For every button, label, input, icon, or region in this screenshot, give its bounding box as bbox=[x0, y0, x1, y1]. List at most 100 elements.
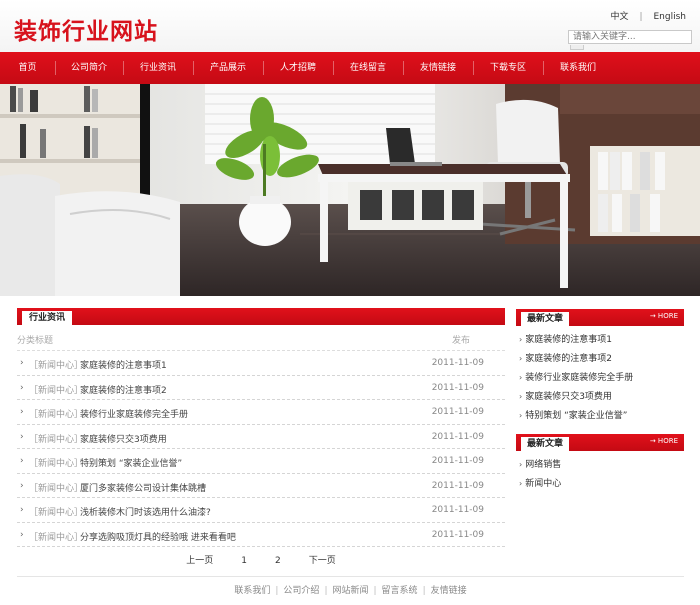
nav-item-message[interactable]: 在线留言 bbox=[333, 52, 403, 84]
more-link[interactable]: → HORE bbox=[650, 312, 678, 320]
news-category[interactable]: ［新闻中心］ bbox=[29, 456, 83, 469]
news-category[interactable]: ［新闻中心］ bbox=[29, 432, 83, 445]
footer-separator: | bbox=[422, 586, 426, 596]
sidebar-article-link[interactable]: › 装修行业家庭装修完全手册 bbox=[516, 368, 684, 387]
site-logo[interactable]: 装饰行业网站 bbox=[14, 12, 158, 46]
office-interior-illustration bbox=[0, 84, 700, 296]
news-title-link[interactable]: 装修行业家庭装修完全手册 bbox=[80, 407, 188, 420]
bullet-icon: › bbox=[519, 335, 523, 344]
sidebar-categories: 最新文章 → HORE › 网络销售 › 新闻中心 bbox=[516, 434, 684, 493]
sidebar-article-link[interactable]: › 家庭装修的注意事项1 bbox=[516, 330, 684, 349]
sidebar-article-title[interactable]: 装修行业家庭装修完全手册 bbox=[525, 373, 633, 383]
sidebar-category-link[interactable]: › 网络销售 bbox=[516, 455, 684, 474]
footer-link-friends[interactable]: 友情链接 bbox=[431, 586, 467, 596]
column-date: 发布 bbox=[451, 336, 470, 346]
sidebar-article-title[interactable]: 特别策划 “家装企业信誉” bbox=[525, 411, 627, 421]
chevron-right-icon: › bbox=[20, 431, 24, 442]
news-title-link[interactable]: 特别策划 “家装企业信誉” bbox=[80, 456, 182, 469]
news-title-link[interactable]: 厦门多家装修公司设计集体跳槽 bbox=[80, 481, 206, 494]
sidebar-header: 最新文章 → HORE bbox=[516, 309, 684, 326]
footer-link-contact[interactable]: 联系我们 bbox=[234, 586, 270, 596]
news-date: 2011-11-09 bbox=[431, 382, 484, 393]
list-header: 分类标题 发布 bbox=[17, 325, 505, 351]
footer-link-guestbook[interactable]: 留言系统 bbox=[382, 586, 418, 596]
footer-link-about[interactable]: 公司介绍 bbox=[283, 586, 319, 596]
chevron-right-icon: › bbox=[20, 407, 24, 417]
news-title-link[interactable]: 家庭装修的注意事项1 bbox=[80, 358, 167, 371]
pagination: 上一页 1 2 下一页 bbox=[17, 553, 505, 566]
sidebar-article-title[interactable]: 家庭装修的注意事项2 bbox=[525, 354, 612, 364]
news-row[interactable]: › ［新闻中心］ 厦门多家装修公司设计集体跳槽 2011-11-09 bbox=[17, 474, 505, 498]
sidebar-title: 最新文章 bbox=[521, 437, 570, 451]
bullet-icon: › bbox=[519, 392, 523, 401]
news-date: 2011-11-09 bbox=[431, 505, 484, 515]
news-date: 2011-11-09 bbox=[431, 431, 484, 442]
language-switcher: 中文 | English bbox=[604, 9, 692, 22]
banner-image bbox=[0, 84, 700, 296]
section-header: 行业资讯 bbox=[17, 308, 505, 325]
section-title: 行业资讯 bbox=[22, 311, 73, 325]
news-category[interactable]: ［新闻中心］ bbox=[29, 383, 83, 396]
nav-item-about[interactable]: 公司简介 bbox=[55, 52, 123, 84]
news-title-link[interactable]: 家庭装修的注意事项2 bbox=[80, 383, 167, 396]
page-1-link[interactable]: 1 bbox=[241, 556, 247, 566]
sidebar-latest-articles: 最新文章 → HORE › 家庭装修的注意事项1 › 家庭装修的注意事项2 › 装修行… bbox=[516, 309, 684, 425]
news-row[interactable]: › ［新闻中心］ 装修行业家庭装修完全手册 2011-11-09 bbox=[17, 400, 505, 425]
news-title-link[interactable]: 分享选购吸顶灯具的经验哦 进来看看吧 bbox=[80, 530, 236, 543]
news-title-link[interactable]: 浅析装修木门时该选用什么油漆? bbox=[80, 505, 211, 518]
news-row[interactable]: › ［新闻中心］ 特别策划 “家装企业信誉” 2011-11-09 bbox=[17, 449, 505, 474]
more-link[interactable]: → HORE bbox=[650, 437, 678, 445]
sidebar-category-link[interactable]: › 新闻中心 bbox=[516, 474, 684, 493]
news-date: 2011-11-09 bbox=[431, 407, 484, 417]
nav-item-jobs[interactable]: 人才招聘 bbox=[263, 52, 333, 84]
nav-item-contact[interactable]: 联系我们 bbox=[543, 52, 613, 84]
section-header-bar bbox=[17, 308, 505, 325]
column-category-title: 分类标题 bbox=[17, 336, 54, 346]
sidebar-article-link[interactable]: › 家庭装修的注意事项2 bbox=[516, 349, 684, 368]
bullet-icon: › bbox=[519, 354, 523, 363]
news-category[interactable]: ［新闻中心］ bbox=[29, 407, 83, 420]
bullet-icon: › bbox=[519, 479, 523, 488]
news-date: 2011-11-09 bbox=[431, 358, 484, 368]
prev-page-link[interactable]: 上一页 bbox=[186, 556, 213, 566]
news-date: 2011-11-09 bbox=[431, 456, 484, 466]
news-category[interactable]: ［新闻中心］ bbox=[29, 358, 83, 371]
footer-separator: | bbox=[275, 586, 279, 596]
sidebar-category-title[interactable]: 网络销售 bbox=[525, 460, 561, 470]
chevron-right-icon: › bbox=[20, 382, 24, 393]
news-row[interactable]: › ［新闻中心］ 分享选购吸顶灯具的经验哦 进来看看吧 2011-11-09 bbox=[17, 523, 505, 547]
news-row[interactable]: › ［新闻中心］ 家庭装修的注意事项2 2011-11-09 bbox=[17, 376, 505, 400]
chevron-right-icon: › bbox=[20, 529, 24, 540]
sidebar-category-title[interactable]: 新闻中心 bbox=[525, 479, 561, 489]
nav-item-download[interactable]: 下载专区 bbox=[473, 52, 543, 84]
nav-item-products[interactable]: 产品展示 bbox=[193, 52, 263, 84]
sidebar-article-title[interactable]: 家庭装修的注意事项1 bbox=[525, 335, 612, 345]
bullet-icon: › bbox=[519, 460, 523, 469]
news-category[interactable]: ［新闻中心］ bbox=[29, 481, 83, 494]
search-button[interactable] bbox=[570, 45, 584, 50]
nav-item-links[interactable]: 友情链接 bbox=[403, 52, 473, 84]
chevron-right-icon: › bbox=[20, 358, 24, 368]
search-input[interactable]: 请输入关键字... bbox=[568, 30, 692, 44]
news-category[interactable]: ［新闻中心］ bbox=[29, 505, 83, 518]
footer-link-news[interactable]: 网站新闻 bbox=[332, 586, 368, 596]
bullet-icon: › bbox=[519, 411, 523, 420]
news-row[interactable]: › ［新闻中心］ 浅析装修木门时该选用什么油漆? 2011-11-09 bbox=[17, 498, 505, 523]
lang-chinese-link[interactable]: 中文 bbox=[610, 12, 628, 22]
footer-separator: | bbox=[373, 586, 377, 596]
nav-item-home[interactable]: 首页 bbox=[0, 52, 55, 84]
sidebar-title: 最新文章 bbox=[521, 312, 570, 326]
lang-english-link[interactable]: English bbox=[654, 12, 687, 22]
main-nav: 首页 公司简介 行业资讯 产品展示 人才招聘 在线留言 友情链接 下载专区 联系… bbox=[0, 52, 700, 84]
nav-item-news[interactable]: 行业资讯 bbox=[123, 52, 193, 84]
news-row[interactable]: › ［新闻中心］ 家庭装修只交3项费用 2011-11-09 bbox=[17, 425, 505, 449]
sidebar-article-link[interactable]: › 特别策划 “家装企业信誉” bbox=[516, 406, 684, 425]
page-2-link[interactable]: 2 bbox=[275, 556, 281, 566]
news-row[interactable]: › ［新闻中心］ 家庭装修的注意事项1 2011-11-09 bbox=[17, 351, 505, 376]
news-category[interactable]: ［新闻中心］ bbox=[29, 530, 83, 543]
sidebar-article-title[interactable]: 家庭装修只交3项费用 bbox=[525, 392, 612, 402]
site-header: 装饰行业网站 中文 | English 请输入关键字... bbox=[0, 0, 700, 52]
sidebar-article-link[interactable]: › 家庭装修只交3项费用 bbox=[516, 387, 684, 406]
next-page-link[interactable]: 下一页 bbox=[309, 556, 336, 566]
news-title-link[interactable]: 家庭装修只交3项费用 bbox=[80, 432, 167, 445]
